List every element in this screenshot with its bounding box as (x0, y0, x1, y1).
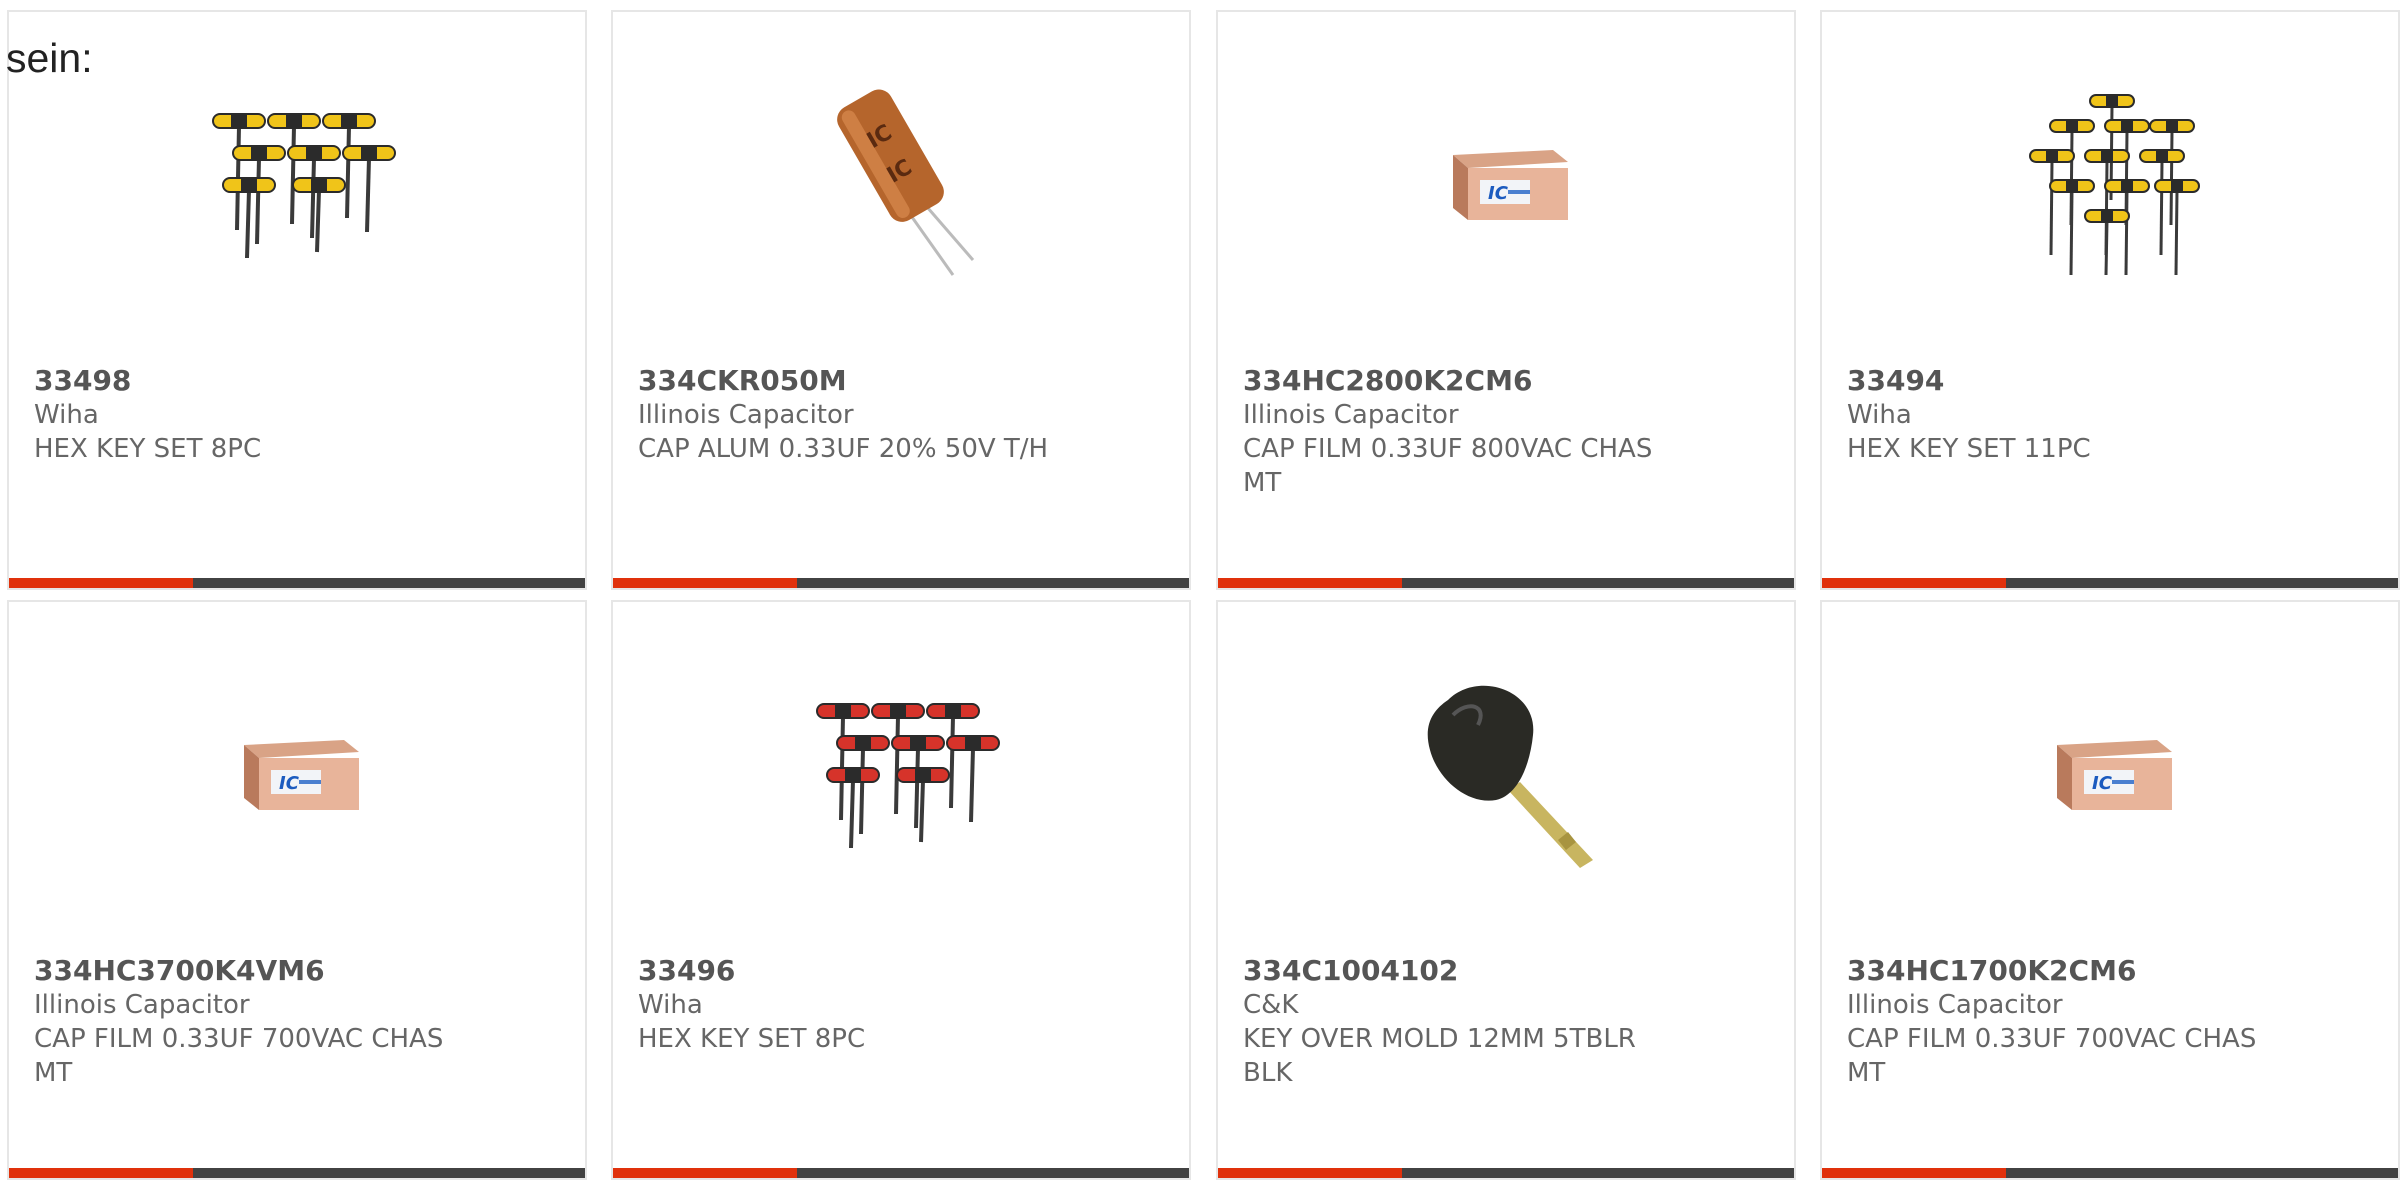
progress-fill (1218, 1168, 1403, 1178)
film-capacitor-block-icon: IC (1408, 80, 1608, 284)
product-info: 334HC3700K4VM6 Illinois Capacitor CAP FILM… (34, 954, 554, 1090)
manufacturer: Illinois Capacitor (1243, 400, 1459, 430)
key-icon (1408, 670, 1608, 874)
manufacturer: C&K (1243, 990, 1299, 1020)
product-info: 33498 Wiha HEX KEY SET 8PC (34, 364, 554, 466)
progress-fill (1822, 1168, 2007, 1178)
product-description: CAP ALUM 0.33UF 20% 50V T/H (638, 434, 1049, 464)
manufacturer: Wiha (34, 400, 99, 430)
product-description: HEX KEY SET 11PC (1847, 434, 2091, 464)
hex-key-set-yellow-icon (2012, 80, 2212, 284)
manufacturer: Illinois Capacitor (1847, 990, 2063, 1020)
part-number[interactable]: 334HC3700K4VM6 (34, 954, 554, 988)
hex-key-set-yellow-icon (199, 80, 399, 284)
part-number[interactable]: 334CKR050M (638, 364, 1158, 398)
svg-text:IC: IC (2092, 773, 2113, 794)
hex-key-set-red-icon (803, 670, 1003, 874)
part-number[interactable]: 33496 (638, 954, 1158, 988)
product-description: CAP FILM 0.33UF 700VAC CHAS MT (1847, 1024, 2257, 1088)
product-image[interactable]: IC (1408, 82, 1608, 282)
manufacturer: Wiha (638, 990, 703, 1020)
manufacturer: Illinois Capacitor (638, 400, 854, 430)
product-card[interactable]: 33496 Wiha HEX KEY SET 8PC (611, 600, 1191, 1180)
progress-fill (9, 578, 194, 588)
product-info: 334HC2800K2CM6 Illinois Capacitor CAP FILM… (1243, 364, 1763, 500)
product-card[interactable]: IC 334HC2800K2CM6 Illinois Capacitor CAP FI… (1216, 10, 1796, 590)
product-image[interactable] (1408, 672, 1608, 872)
product-card[interactable]: IC 334HC1700K2CM6 Illinois Capacitor CAP FI… (1820, 600, 2400, 1180)
progress-fill (9, 1168, 194, 1178)
product-image[interactable]: IC IC (803, 82, 1003, 282)
progress-bar (613, 578, 1189, 588)
product-card[interactable]: IC 334HC3700K4VM6 Illinois Capacitor CAP FI… (7, 600, 587, 1180)
product-card[interactable]: IC IC 334CKR050M Illinois Capacitor CAP ALUM… (611, 10, 1191, 590)
part-number[interactable]: 334HC1700K2CM6 (1847, 954, 2367, 988)
product-description: CAP FILM 0.33UF 700VAC CHAS MT (34, 1024, 444, 1088)
product-description: HEX KEY SET 8PC (34, 434, 262, 464)
product-card[interactable]: 33494 Wiha HEX KEY SET 11PC (1820, 10, 2400, 590)
product-image[interactable]: IC (199, 672, 399, 872)
part-number[interactable]: 33494 (1847, 364, 2367, 398)
svg-text:IC: IC (279, 773, 300, 794)
section-heading: sein: (6, 35, 93, 81)
part-number[interactable]: 334C1004102 (1243, 954, 1763, 988)
product-card[interactable]: 33498 Wiha HEX KEY SET 8PC (7, 10, 587, 590)
progress-bar (613, 1168, 1189, 1178)
progress-fill (613, 578, 798, 588)
product-card[interactable]: 334C1004102 C&K KEY OVER MOLD 12MM 5TBLR B… (1216, 600, 1796, 1180)
progress-bar (1822, 578, 2398, 588)
product-image[interactable] (199, 82, 399, 282)
electrolytic-capacitor-icon: IC IC (803, 80, 1003, 284)
progress-bar (1822, 1168, 2398, 1178)
product-info: 334CKR050M Illinois Capacitor CAP ALUM 0.3… (638, 364, 1158, 466)
product-image[interactable] (803, 672, 1003, 872)
film-capacitor-block-icon: IC (199, 670, 399, 874)
product-info: 334HC1700K2CM6 Illinois Capacitor CAP FILM… (1847, 954, 2367, 1090)
manufacturer: Wiha (1847, 400, 1912, 430)
progress-fill (1218, 578, 1403, 588)
progress-bar (1218, 1168, 1794, 1178)
svg-text:IC: IC (1488, 183, 1509, 204)
manufacturer: Illinois Capacitor (34, 990, 250, 1020)
progress-fill (1822, 578, 2007, 588)
product-description: KEY OVER MOLD 12MM 5TBLR BLK (1243, 1024, 1636, 1088)
product-description: HEX KEY SET 8PC (638, 1024, 866, 1054)
product-image[interactable]: IC (2012, 672, 2212, 872)
progress-bar (9, 1168, 585, 1178)
product-info: 33494 Wiha HEX KEY SET 11PC (1847, 364, 2367, 466)
product-info: 334C1004102 C&K KEY OVER MOLD 12MM 5TBLR B… (1243, 954, 1763, 1090)
part-number[interactable]: 33498 (34, 364, 554, 398)
part-number[interactable]: 334HC2800K2CM6 (1243, 364, 1763, 398)
progress-bar (1218, 578, 1794, 588)
product-description: CAP FILM 0.33UF 800VAC CHAS MT (1243, 434, 1653, 498)
progress-bar (9, 578, 585, 588)
product-image[interactable] (2012, 82, 2212, 282)
film-capacitor-block-icon: IC (2012, 670, 2212, 874)
progress-fill (613, 1168, 798, 1178)
product-info: 33496 Wiha HEX KEY SET 8PC (638, 954, 1158, 1056)
